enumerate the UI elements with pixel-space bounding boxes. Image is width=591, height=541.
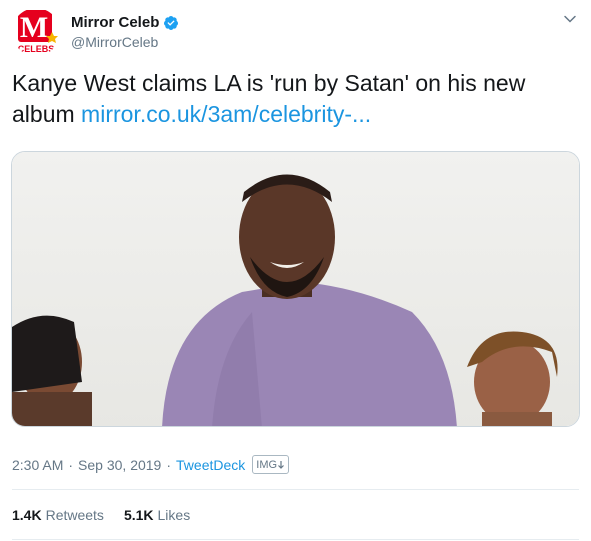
retweets-label: Retweets	[45, 507, 104, 523]
tweet-stats: 1.4K Retweets 5.1K Likes	[12, 507, 210, 523]
divider	[12, 489, 579, 490]
display-name[interactable]: Mirror Celeb	[71, 14, 159, 31]
retweets-count: 1.4K	[12, 507, 42, 523]
likes-label: Likes	[157, 507, 191, 523]
tweet-text: Kanye West claims LA is 'run by Satan' o…	[12, 68, 572, 130]
tweet-photo[interactable]	[11, 151, 580, 427]
tweet-header: M CELEBS Mirror Celeb @MirrorCeleb	[12, 8, 579, 56]
img-badge-label: IMG	[256, 458, 278, 471]
chevron-down-icon[interactable]	[563, 12, 577, 26]
handle[interactable]: @MirrorCeleb	[71, 34, 179, 50]
avatar[interactable]: M CELEBS	[12, 8, 60, 56]
photo-image	[12, 152, 579, 426]
tweet-date[interactable]: Sep 30, 2019	[78, 457, 161, 473]
likes-stat[interactable]: 5.1K Likes	[124, 507, 190, 523]
svg-text:CELEBS: CELEBS	[18, 44, 55, 54]
svg-text:M: M	[20, 11, 48, 44]
separator: ·	[68, 456, 74, 473]
download-arrow-icon	[278, 460, 284, 469]
img-badge[interactable]: IMG	[252, 455, 290, 474]
retweets-stat[interactable]: 1.4K Retweets	[12, 507, 104, 523]
tweet-time[interactable]: 2:30 AM	[12, 457, 63, 473]
tweet-link[interactable]: mirror.co.uk/3am/celebrity-...	[81, 101, 371, 127]
separator: ·	[166, 456, 172, 473]
author-info[interactable]: Mirror Celeb @MirrorCeleb	[71, 14, 179, 50]
tweet-source[interactable]: TweetDeck	[176, 457, 245, 473]
tweet-meta: 2:30 AM · Sep 30, 2019 · TweetDeck IMG	[12, 455, 290, 474]
likes-count: 5.1K	[123, 507, 154, 523]
divider	[12, 539, 579, 540]
mirror-logo-icon: M CELEBS	[12, 8, 60, 56]
verified-badge-icon	[164, 15, 179, 30]
